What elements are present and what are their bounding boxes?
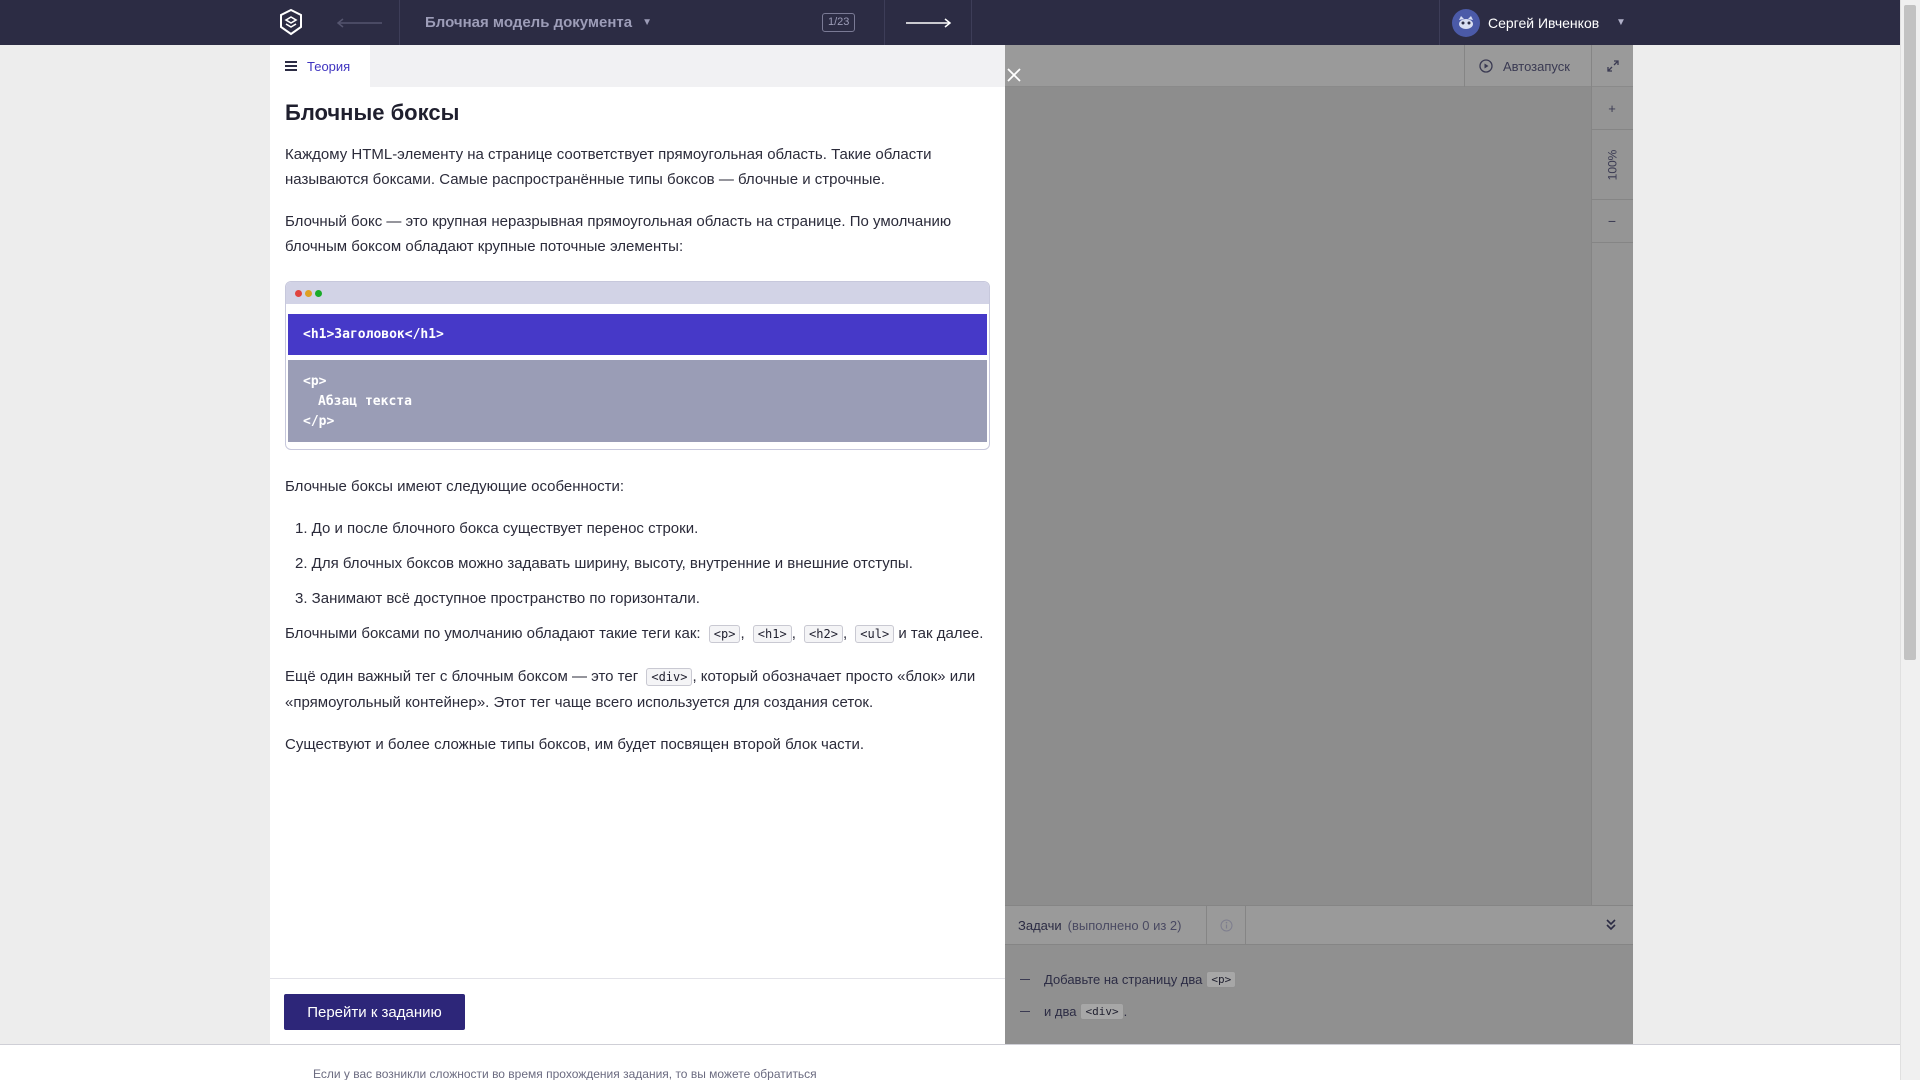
text: Ещё один важный тег с блочным боксом — э… (285, 668, 643, 685)
demo-heading-box: <h1>Заголовок</h1> (288, 314, 987, 355)
tasks-progress: (выполнено 0 из 2) (1067, 917, 1182, 933)
paragraph: Существуют и более сложные типы боксов, … (285, 736, 865, 753)
zoom-out-button[interactable]: − (1591, 200, 1633, 243)
inline-code: <div> (646, 668, 693, 686)
features-list: 1. До и после блочного бокса существует … (285, 516, 990, 611)
help-strip (0, 1044, 1900, 1080)
separator: , (842, 625, 852, 642)
go-to-task-button[interactable]: Перейти к заданию (284, 994, 465, 1030)
task-text: Добавьте на страницу два (1044, 971, 1203, 987)
zoom-value: 100% (1604, 149, 1619, 180)
autorun-toggle[interactable]: Автозапуск (1464, 45, 1592, 87)
zoom-level: 100% (1591, 130, 1633, 200)
double-chevron-down-icon[interactable] (1600, 914, 1622, 936)
preview-area[interactable] (1005, 87, 1591, 905)
info-icon (1220, 919, 1232, 931)
inline-code: <p> (708, 625, 741, 643)
previous-lesson-button[interactable] (320, 0, 400, 45)
text: и так далее. (894, 625, 984, 642)
autorun-label: Автозапуск (1503, 58, 1570, 74)
text: Блочными боксами по умолчанию обладают т… (285, 625, 705, 642)
task-code: <p> (1206, 970, 1237, 988)
paragraph: Каждому HTML-элементу на странице соотве… (285, 146, 932, 188)
help-text: Если у вас возникли сложности во время п… (313, 1067, 817, 1080)
tasks-header[interactable]: Задачи (выполнено 0 из 2) (1018, 905, 1181, 945)
course-title: Блочная модель документа (425, 14, 633, 31)
list-item: 1. До и после блочного бокса существует … (295, 520, 699, 537)
demo-p-close: </p> (303, 414, 335, 429)
list-item: 3. Занимают всё доступное пространство п… (295, 590, 700, 607)
expand-button[interactable] (1592, 45, 1633, 87)
theory-content-continued: Блочные боксы имеют следующие особенност… (285, 474, 990, 774)
task-item: Добавьте на страницу два <p> (1020, 968, 1237, 990)
chevron-down-icon: ▼ (642, 17, 653, 28)
theory-tab-bar (270, 45, 1005, 87)
demo-p-open: <p> (303, 374, 327, 389)
task-text: и два (1044, 1003, 1077, 1019)
demo-p-text: Абзац текста (318, 394, 412, 409)
inline-code: <h1> (752, 625, 792, 643)
separator: , (740, 625, 749, 642)
window-dot-green (315, 289, 322, 297)
task-bullet (1020, 978, 1030, 980)
menu-icon (285, 61, 297, 71)
window-dot-red (295, 289, 302, 297)
play-circle-icon (1479, 59, 1493, 73)
tab-theory-label: Теория (307, 58, 351, 74)
tasks-info-button[interactable] (1206, 905, 1246, 945)
academy-logo-icon[interactable] (276, 7, 306, 37)
lesson-counter: 1/23 (822, 13, 856, 32)
paragraph: Блочными боксами по умолчанию обладают т… (285, 621, 990, 647)
chevron-down-icon: ▼ (1616, 17, 1626, 28)
demo-paragraph-box: <p> Абзац текста </p> (288, 360, 987, 442)
close-icon (1007, 68, 1021, 82)
arrow-left-icon (336, 17, 382, 28)
task-bullet (1020, 1010, 1030, 1012)
user-name: Сергей Ивченков (1488, 14, 1600, 31)
tab-theory[interactable]: Теория (270, 45, 370, 87)
zoom-in-button[interactable]: + (1591, 87, 1633, 130)
separator: , (791, 625, 801, 642)
paragraph: Блочные боксы имеют следующие особенност… (285, 478, 625, 495)
block-box-demo: <h1>Заголовок</h1> <p> Абзац текста </p> (285, 281, 990, 450)
task-code: <div> (1080, 1002, 1124, 1020)
page-title: Блочные боксы (285, 100, 460, 125)
task-item: и два <div> . (1020, 1000, 1127, 1022)
expand-icon (1606, 60, 1619, 72)
course-title-dropdown[interactable]: Блочная модель документа ▼ (425, 0, 652, 45)
avatar (1452, 8, 1480, 37)
user-menu[interactable]: Сергей Ивченков ▼ (1439, 0, 1631, 45)
demo-window-bar (286, 282, 989, 304)
window-dot-yellow (305, 289, 312, 297)
inline-code: <h2> (804, 625, 843, 643)
list-item: 2. Для блочных боксов можно задавать шир… (295, 555, 913, 572)
tasks-label: Задачи (1018, 917, 1062, 933)
scrollbar-thumb[interactable] (1904, 5, 1916, 660)
next-lesson-button[interactable] (884, 0, 972, 45)
arrow-right-icon (906, 17, 952, 28)
paragraph: Блочный бокс — это крупная неразрывная п… (285, 213, 952, 255)
theory-content: Блочные боксы Каждому HTML-элементу на с… (285, 100, 990, 276)
paragraph: Ещё один важный тег с блочным боксом — э… (285, 664, 990, 715)
inline-code: <ul> (855, 625, 895, 643)
close-button[interactable] (1003, 64, 1025, 86)
task-tail: . (1123, 1003, 1128, 1019)
